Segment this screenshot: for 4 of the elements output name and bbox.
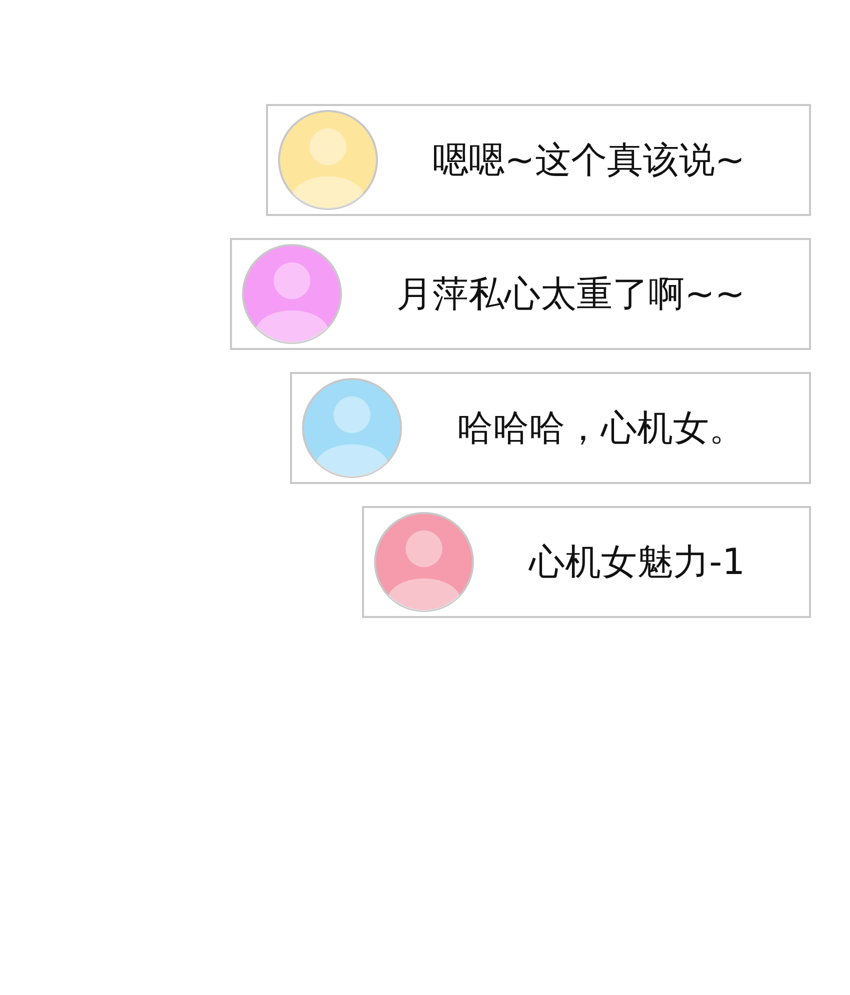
comment-text: 心机女魅力-1 (529, 540, 745, 584)
comment-text: 哈哈哈，心机女。 (457, 406, 745, 450)
comment-text: 嗯嗯~这个真该说~ (432, 138, 745, 182)
comment-text: 月萍私心太重了啊~~ (396, 272, 745, 316)
